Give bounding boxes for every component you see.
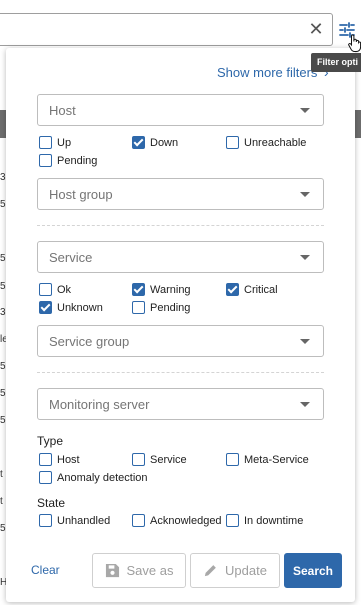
checkbox-icon[interactable] xyxy=(39,136,52,149)
filter-options-tooltip: Filter opti xyxy=(311,53,361,72)
type-meta-service-checkbox[interactable]: Meta-Service xyxy=(226,453,309,466)
checkbox-label: Anomaly detection xyxy=(57,471,148,484)
checkbox-label: Ok xyxy=(57,283,72,296)
dropdown-arrow-icon xyxy=(300,255,310,260)
checkbox-icon[interactable] xyxy=(39,283,52,296)
checkbox-label: Critical xyxy=(244,283,278,296)
service-status-pending-checkbox[interactable]: Pending xyxy=(132,301,190,314)
state-acknowledged-checkbox[interactable]: Acknowledged xyxy=(132,514,222,527)
host-select[interactable]: Host xyxy=(37,94,324,126)
host-status-unreachable-checkbox[interactable]: Unreachable xyxy=(226,136,306,149)
checkbox-label: Pending xyxy=(57,154,98,167)
dropdown-arrow-icon xyxy=(300,108,310,113)
service-select-label: Service xyxy=(49,250,93,265)
checkbox-label: Pending xyxy=(150,301,191,314)
checkbox-label: Service xyxy=(150,453,187,466)
host-status-up-checkbox[interactable]: Up xyxy=(39,136,71,149)
type-host-checkbox[interactable]: Host xyxy=(39,453,80,466)
monitoring-server-select-label: Monitoring server xyxy=(49,397,150,412)
close-icon[interactable]: ✕ xyxy=(305,18,327,40)
state-heading: State xyxy=(37,496,66,510)
service-select[interactable]: Service xyxy=(37,241,324,273)
update-label: Update xyxy=(225,563,267,578)
divider xyxy=(37,225,324,226)
monitoring-server-select[interactable]: Monitoring server xyxy=(37,388,324,420)
pencil-icon xyxy=(204,565,216,577)
checkbox-label: Up xyxy=(57,136,72,149)
host-select-label: Host xyxy=(49,103,76,118)
state-in-downtime-checkbox[interactable]: In downtime xyxy=(226,514,303,527)
save-as-label: Save as xyxy=(126,563,174,578)
filter-panel: Show more filters › Host Up Down Unreach… xyxy=(6,48,355,602)
save-as-button[interactable]: Save as xyxy=(92,553,186,588)
service-status-ok-checkbox[interactable]: Ok xyxy=(39,283,71,296)
checkbox-label: Host xyxy=(57,453,80,466)
checkbox-icon[interactable] xyxy=(39,471,52,484)
checkbox-icon[interactable] xyxy=(226,514,239,527)
host-group-select-label: Host group xyxy=(49,187,113,202)
dropdown-arrow-icon xyxy=(300,402,310,407)
checkbox-label: Down xyxy=(150,136,179,149)
search-input[interactable] xyxy=(0,13,333,46)
checkbox-icon[interactable] xyxy=(226,136,239,149)
checkbox-label: Acknowledged xyxy=(150,514,222,527)
dropdown-arrow-icon xyxy=(300,339,310,344)
search-button[interactable]: Search xyxy=(284,553,342,588)
checkbox-checked-icon[interactable] xyxy=(226,283,239,296)
host-status-down-checkbox[interactable]: Down xyxy=(132,136,178,149)
service-group-select-label: Service group xyxy=(49,334,130,349)
service-status-critical-checkbox[interactable]: Critical xyxy=(226,283,278,296)
checkbox-checked-icon[interactable] xyxy=(132,283,145,296)
clear-button[interactable]: Clear xyxy=(31,563,60,577)
checkbox-icon[interactable] xyxy=(132,514,145,527)
checkbox-label: Unreachable xyxy=(244,136,307,149)
update-button[interactable]: Update xyxy=(190,553,280,588)
show-more-filters-link[interactable]: Show more filters xyxy=(217,65,317,80)
search-label: Search xyxy=(292,563,334,578)
checkbox-label: Meta-Service xyxy=(244,453,309,466)
dropdown-arrow-icon xyxy=(300,192,310,197)
checkbox-icon[interactable] xyxy=(226,453,239,466)
service-status-unknown-checkbox[interactable]: Unknown xyxy=(39,301,103,314)
checkbox-icon[interactable] xyxy=(132,453,145,466)
type-anomaly-detection-checkbox[interactable]: Anomaly detection xyxy=(39,471,148,484)
checkbox-label: In downtime xyxy=(244,514,304,527)
mouse-cursor-icon xyxy=(348,34,361,52)
checkbox-icon[interactable] xyxy=(39,514,52,527)
checkbox-label: Unknown xyxy=(57,301,103,314)
checkbox-icon[interactable] xyxy=(39,154,52,167)
save-icon xyxy=(105,563,119,578)
checkbox-label: Warning xyxy=(150,283,191,296)
service-status-warning-checkbox[interactable]: Warning xyxy=(132,283,191,296)
type-heading: Type xyxy=(37,434,64,448)
checkbox-checked-icon[interactable] xyxy=(39,301,52,314)
checkbox-checked-icon[interactable] xyxy=(132,136,145,149)
checkbox-label: Unhandled xyxy=(57,514,111,527)
type-service-checkbox[interactable]: Service xyxy=(132,453,187,466)
host-group-select[interactable]: Host group xyxy=(37,178,324,210)
state-unhandled-checkbox[interactable]: Unhandled xyxy=(39,514,110,527)
host-status-pending-checkbox[interactable]: Pending xyxy=(39,154,97,167)
service-group-select[interactable]: Service group xyxy=(37,325,324,357)
checkbox-icon[interactable] xyxy=(39,453,52,466)
divider xyxy=(37,372,324,373)
checkbox-icon[interactable] xyxy=(132,301,145,314)
